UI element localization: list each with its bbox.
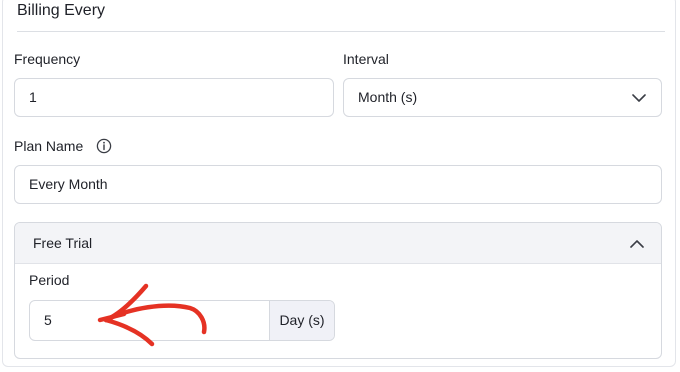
frequency-label: Frequency xyxy=(14,51,81,67)
period-label: Period xyxy=(29,272,70,288)
interval-select-value: Month (s) xyxy=(358,89,418,105)
section-title: Billing Every xyxy=(17,2,106,19)
period-unit-addon: Day (s) xyxy=(269,301,334,340)
chevron-up-icon[interactable] xyxy=(629,236,645,252)
free-trial-title: Free Trial xyxy=(33,235,93,251)
period-input[interactable]: 5 xyxy=(30,301,270,340)
plan-name-input[interactable]: Every Month xyxy=(14,165,662,204)
plan-name-label: Plan Name xyxy=(14,138,84,154)
free-trial-header[interactable]: Free Trial xyxy=(15,223,661,264)
info-icon[interactable] xyxy=(96,138,112,154)
section-divider xyxy=(17,31,665,32)
frequency-input[interactable]: 1 xyxy=(14,78,334,117)
chevron-down-icon xyxy=(632,94,646,102)
interval-select[interactable]: Month (s) xyxy=(343,78,662,117)
interval-label: Interval xyxy=(343,51,389,67)
free-trial-section: Free Trial Period 5 Day (s) xyxy=(14,222,662,359)
period-input-group: 5 Day (s) xyxy=(29,300,335,341)
